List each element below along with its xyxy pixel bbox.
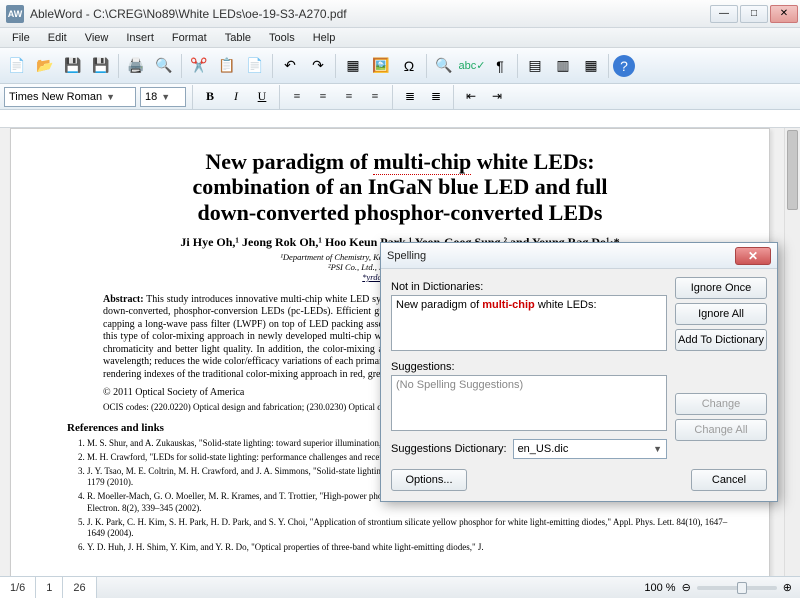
footer-icon[interactable]: ▥ xyxy=(550,53,576,79)
dictionary-label: Suggestions Dictionary: xyxy=(391,443,507,455)
copy-icon[interactable]: 📋 xyxy=(214,53,240,79)
font-family-combo[interactable]: Times New Roman▼ xyxy=(4,87,136,107)
separator xyxy=(272,54,273,78)
ignore-once-button[interactable]: Ignore Once xyxy=(675,277,767,299)
paragraph-icon[interactable]: ¶ xyxy=(487,53,513,79)
zoom-slider[interactable] xyxy=(697,586,777,590)
minimize-button[interactable]: — xyxy=(710,5,738,23)
menu-file[interactable]: File xyxy=(4,30,38,46)
separator xyxy=(453,85,454,109)
window-title: AbleWord - C:\CREG\No89\White LEDs\oe-19… xyxy=(30,7,710,21)
separator xyxy=(392,85,393,109)
menu-tools[interactable]: Tools xyxy=(261,30,303,46)
horizontal-ruler[interactable] xyxy=(0,110,800,128)
menu-bar: File Edit View Insert Format Table Tools… xyxy=(0,28,800,48)
dictionary-combo[interactable]: en_US.dic▼ xyxy=(513,439,667,459)
status-page[interactable]: 1/6 xyxy=(0,577,36,598)
reference-item: J. K. Park, C. H. Kim, S. H. Park, H. D.… xyxy=(87,517,733,540)
separator xyxy=(517,54,518,78)
app-logo-icon: AW xyxy=(6,5,24,23)
change-button[interactable]: Change xyxy=(675,393,767,415)
header-icon[interactable]: ▤ xyxy=(522,53,548,79)
align-center-icon[interactable]: ≡ xyxy=(312,87,334,107)
ignore-all-button[interactable]: Ignore All xyxy=(675,303,767,325)
scroll-thumb[interactable] xyxy=(787,130,798,210)
separator xyxy=(335,54,336,78)
new-icon[interactable]: 📄 xyxy=(4,53,30,79)
underline-button[interactable]: U xyxy=(251,87,273,107)
menu-edit[interactable]: Edit xyxy=(40,30,75,46)
cancel-button[interactable]: Cancel xyxy=(691,469,767,491)
picture-icon[interactable]: 🖼️ xyxy=(368,53,394,79)
zoom-value: 100 % xyxy=(644,582,675,594)
align-justify-icon[interactable]: ≡ xyxy=(364,87,386,107)
bullets-icon[interactable]: ≣ xyxy=(399,87,421,107)
menu-insert[interactable]: Insert xyxy=(118,30,162,46)
cut-icon[interactable]: ✂️ xyxy=(186,53,212,79)
table-icon[interactable]: ▦ xyxy=(340,53,366,79)
help-icon[interactable]: ? xyxy=(613,55,635,77)
menu-format[interactable]: Format xyxy=(164,30,215,46)
doc-title: New paradigm of multi-chip white LEDs: c… xyxy=(67,149,733,225)
vertical-scrollbar[interactable] xyxy=(784,128,800,576)
status-tab-26[interactable]: 26 xyxy=(63,577,96,598)
indent-icon[interactable]: ⇥ xyxy=(486,87,508,107)
not-in-dict-label: Not in Dictionaries: xyxy=(391,281,667,293)
menu-view[interactable]: View xyxy=(77,30,117,46)
symbol-icon[interactable]: Ω xyxy=(396,53,422,79)
title-bar: AW AbleWord - C:\CREG\No89\White LEDs\oe… xyxy=(0,0,800,28)
bold-button[interactable]: B xyxy=(199,87,221,107)
add-to-dictionary-button[interactable]: Add To Dictionary xyxy=(675,329,767,351)
reference-item: Y. D. Huh, J. H. Shim, Y. Kim, and Y. R.… xyxy=(87,542,733,554)
separator xyxy=(181,54,182,78)
open-icon[interactable]: 📂 xyxy=(32,53,58,79)
spelling-dialog: Spelling ✕ Not in Dictionaries: New para… xyxy=(380,242,778,502)
print-preview-icon[interactable]: 🔍 xyxy=(151,53,177,79)
align-right-icon[interactable]: ≡ xyxy=(338,87,360,107)
maximize-button[interactable]: □ xyxy=(740,5,768,23)
format-toolbar: Times New Roman▼ 18▼ B I U ≡ ≡ ≡ ≡ ≣ ≣ ⇤… xyxy=(0,84,800,110)
suggestions-label: Suggestions: xyxy=(391,361,667,373)
suggestions-list[interactable]: (No Spelling Suggestions) xyxy=(391,375,667,431)
paste-icon[interactable]: 📄 xyxy=(242,53,268,79)
separator xyxy=(118,54,119,78)
italic-button[interactable]: I xyxy=(225,87,247,107)
menu-help[interactable]: Help xyxy=(305,30,344,46)
font-size-combo[interactable]: 18▼ xyxy=(140,87,186,107)
not-in-dict-field[interactable]: New paradigm of multi-chip white LEDs: xyxy=(391,295,667,351)
outdent-icon[interactable]: ⇤ xyxy=(460,87,482,107)
separator xyxy=(426,54,427,78)
change-all-button[interactable]: Change All xyxy=(675,419,767,441)
separator xyxy=(192,85,193,109)
close-button[interactable]: ✕ xyxy=(770,5,798,23)
status-tab-1[interactable]: 1 xyxy=(36,577,63,598)
save-icon[interactable]: 💾 xyxy=(60,53,86,79)
dialog-close-button[interactable]: ✕ xyxy=(735,247,771,265)
dialog-title: Spelling xyxy=(387,250,735,262)
spelling-icon[interactable]: abc✓ xyxy=(459,53,485,79)
page-setup-icon[interactable]: ▦ xyxy=(578,53,604,79)
separator xyxy=(279,85,280,109)
menu-table[interactable]: Table xyxy=(217,30,259,46)
align-left-icon[interactable]: ≡ xyxy=(286,87,308,107)
zoom-in-icon[interactable]: ⊕ xyxy=(783,581,792,594)
main-toolbar: 📄 📂 💾 💾 🖨️ 🔍 ✂️ 📋 📄 ↶ ↷ ▦ 🖼️ Ω 🔍 abc✓ ¶ … xyxy=(0,48,800,84)
numbering-icon[interactable]: ≣ xyxy=(425,87,447,107)
save-as-icon[interactable]: 💾 xyxy=(88,53,114,79)
redo-icon[interactable]: ↷ xyxy=(305,53,331,79)
find-icon[interactable]: 🔍 xyxy=(431,53,457,79)
print-icon[interactable]: 🖨️ xyxy=(123,53,149,79)
options-button[interactable]: Options... xyxy=(391,469,467,491)
separator xyxy=(608,54,609,78)
zoom-out-icon[interactable]: ⊖ xyxy=(682,581,691,594)
dialog-titlebar[interactable]: Spelling ✕ xyxy=(381,243,777,269)
status-bar: 1/6 1 26 100 % ⊖ ⊕ xyxy=(0,576,800,598)
undo-icon[interactable]: ↶ xyxy=(277,53,303,79)
